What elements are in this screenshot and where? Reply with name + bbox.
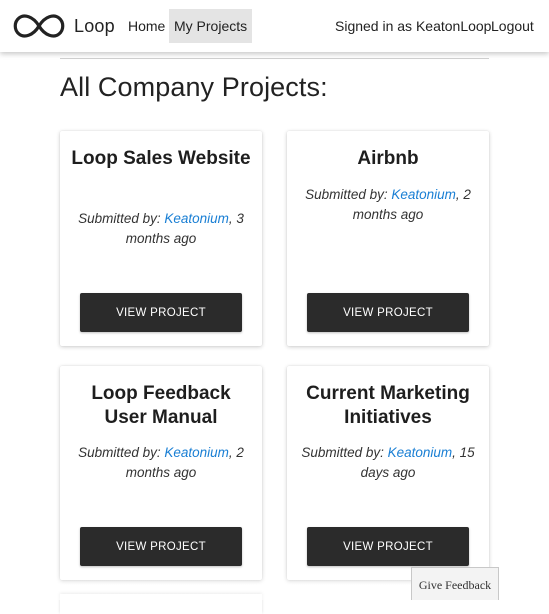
project-submission-info: Submitted by: Keatonium, 15 days ago [301, 443, 475, 483]
author-link[interactable]: Keatonium [164, 211, 229, 226]
view-project-button[interactable]: VIEW PROJECT [80, 527, 242, 566]
infinity-loop-icon [12, 11, 66, 41]
nav-home-link[interactable]: Home [123, 9, 170, 43]
give-feedback-button[interactable]: Give Feedback [411, 567, 499, 600]
nav-logout-link[interactable]: Logout [486, 9, 539, 43]
view-project-button[interactable]: VIEW PROJECT [80, 293, 242, 332]
project-title: Airbnb [357, 148, 419, 169]
author-link[interactable]: Keatonium [164, 445, 229, 460]
project-submission-info: Submitted by: Keatonium, 2 months ago [301, 185, 475, 225]
project-card: Loop Sales Website Submitted by: Keatoni… [60, 131, 262, 346]
project-submission-info: Submitted by: Keatonium, 3 months ago [74, 209, 248, 249]
page-title: All Company Projects: [60, 72, 328, 102]
top-navbar: Loop Home My Projects Signed in as Keato… [0, 0, 549, 52]
project-card: Airbnb Submitted by: Keatonium, 2 months… [287, 131, 489, 346]
author-link[interactable]: Keatonium [388, 445, 453, 460]
heading-divider [60, 58, 489, 59]
brand-name: Loop [74, 15, 115, 36]
brand-link[interactable]: Loop [12, 9, 115, 43]
signed-in-user-text: Signed in as KeatonLoop [335, 18, 492, 34]
author-link[interactable]: Keatonium [391, 187, 456, 202]
project-title: Current Marketing Initiatives [306, 383, 470, 428]
project-card: Current Marketing Initiatives Submitted … [287, 366, 489, 580]
submitted-by-label: Submitted by: [301, 445, 388, 460]
submitted-by-label: Submitted by: [78, 445, 165, 460]
project-card: Loop Feedback User Manual Submitted by: … [60, 366, 262, 580]
submitted-by-label: Submitted by: [78, 211, 165, 226]
nav-my-projects-link[interactable]: My Projects [169, 9, 253, 43]
project-title: Loop Sales Website [71, 148, 251, 169]
next-project-card-edge [60, 594, 262, 614]
view-project-button[interactable]: VIEW PROJECT [307, 527, 469, 566]
view-project-button[interactable]: VIEW PROJECT [307, 293, 469, 332]
project-title: Loop Feedback User Manual [91, 383, 231, 428]
project-submission-info: Submitted by: Keatonium, 2 months ago [74, 443, 248, 483]
submitted-by-label: Submitted by: [305, 187, 392, 202]
